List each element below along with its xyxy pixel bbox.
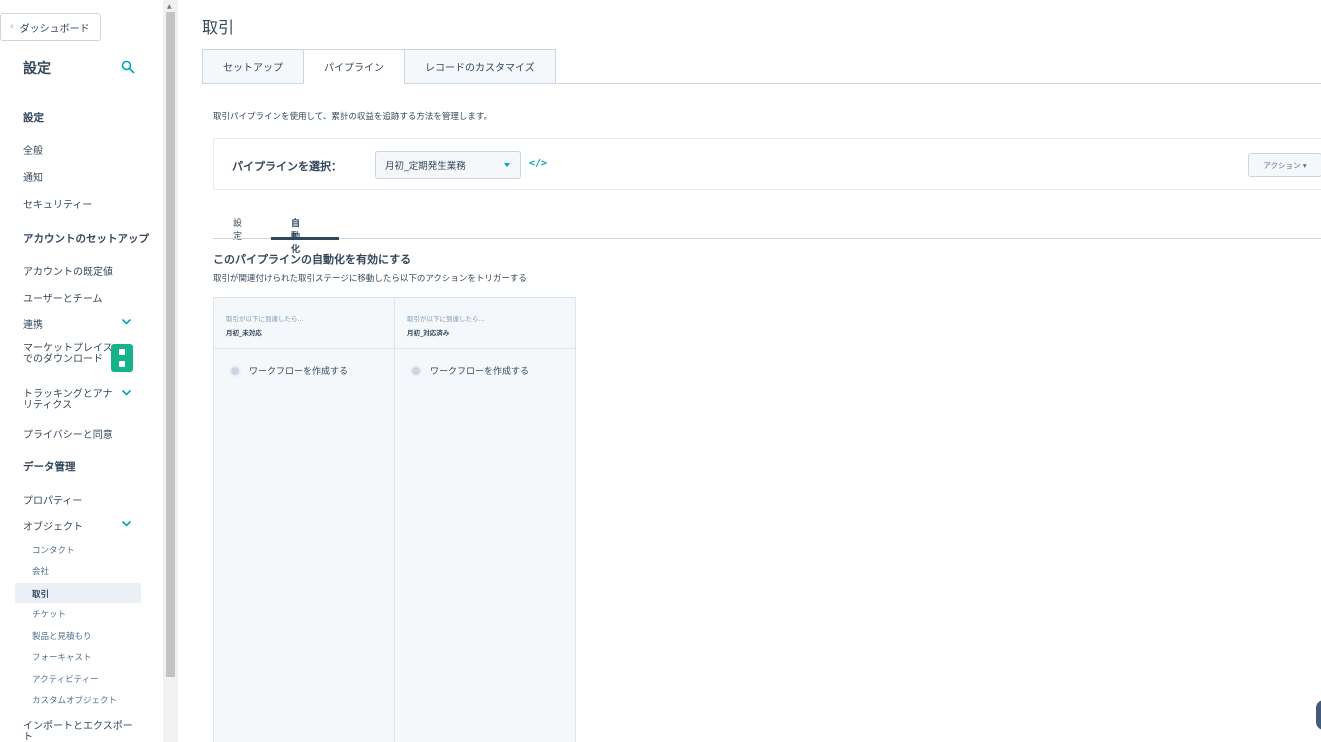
pipeline-select-label: パイプラインを選択： [232,160,342,173]
back-button-label: ダッシュボード [19,23,90,35]
sidebar-subitem-deals[interactable]: 取引 [32,588,49,600]
pipeline-selected-value: 月初_定期発生業務 [385,161,466,172]
create-workflow-label: ワークフローを作成する [249,367,349,377]
stage-column: 取引が以下に到達したら... 月初_対応済み ワークフローを作成する [395,298,576,742]
caret-down-icon [504,163,510,167]
sidebar-subitem-custom-objects[interactable]: カスタムオブジェクト [32,694,117,706]
chevron-left-icon: ‹ [10,22,14,32]
stage-column: 取引が以下に到達したら... 月初_未対応 ワークフローを作成する [214,298,395,742]
sidebar-subitem-contacts[interactable]: コンタクト [32,544,75,556]
page-title: 取引 [202,18,235,37]
chevron-down-icon[interactable] [121,389,132,397]
sidebar-subitem-tickets[interactable]: チケット [32,608,66,620]
stage-column-header: 取引が以下に到達したら... 月初_対応済み [395,298,576,349]
pipeline-dropdown[interactable]: 月初_定期発生業務 [375,151,521,179]
stage-trigger-prefix: 取引が以下に到達したら... [226,315,304,323]
chevron-down-icon[interactable] [121,318,132,326]
actions-button[interactable]: アクション ▾ [1248,153,1321,177]
tab-setup[interactable]: セットアップ [202,49,303,84]
stage-column-header: 取引が以下に到達したら... 月初_未対応 [214,298,394,349]
active-subtab-indicator [271,237,339,240]
sidebar-subitem-companies[interactable]: 会社 [32,565,49,577]
sidebar-section-settings: 設定 [23,112,44,124]
back-to-dashboard-button[interactable]: ‹ ダッシュボード [0,13,101,41]
create-workflow-button[interactable]: ワークフローを作成する [410,364,529,377]
sidebar-subitem-products-quotes[interactable]: 製品と見積もり [32,630,92,642]
pipeline-select-panel: パイプラインを選択： 月初_定期発生業務 </> アクション ▾ [213,138,1321,190]
subtabs-divider [213,238,1321,239]
sidebar-item-security[interactable]: セキュリティー [23,196,92,211]
subtab-automation[interactable]: 自動化 [291,216,300,255]
chevron-down-icon[interactable] [121,520,132,528]
sidebar-item-objects[interactable]: オブジェクト [23,518,83,533]
sidebar-item-properties[interactable]: プロパティー [23,492,82,507]
automation-board: 取引が以下に到達したら... 月初_未対応 ワークフローを作成する 取引が以下に… [213,297,576,742]
scroll-up-icon[interactable]: ▲ [167,3,172,10]
stage-name: 月初_未対応 [226,329,262,337]
embed-code-icon[interactable]: </> [529,158,547,169]
scrollbar-thumb[interactable] [166,12,175,677]
tab-pipeline[interactable]: パイプライン [303,49,404,84]
sidebar-item-account-defaults[interactable]: アカウントの既定値 [23,263,113,278]
sidebar-item-import-export[interactable]: インポートとエクスポー ト [23,721,133,742]
create-workflow-button[interactable]: ワークフローを作成する [229,364,348,377]
sidebar-item-users-teams[interactable]: ユーザーとチーム [23,290,103,305]
settings-sidebar: ‹ ダッシュボード 設定 設定 全般 通知 セキュリティー アカウントのセットア… [0,0,163,742]
tabs-divider [546,83,1321,84]
sidebar-item-notifications[interactable]: 通知 [23,169,43,184]
search-icon[interactable] [121,60,135,74]
automation-description: 取引が関連付けられた取引ステージに移動したら以下のアクションをトリガーする [213,274,527,284]
sidebar-subitem-activities[interactable]: アクティビティー [32,673,99,685]
add-workflow-icon [410,364,422,377]
sidebar-title: 設定 [23,61,51,77]
stage-trigger-prefix: 取引が以下に到達したら... [407,315,485,323]
add-workflow-icon [229,364,241,377]
sidebar-section-data-management: データ管理 [23,461,76,473]
sidebar-item-general[interactable]: 全般 [23,142,43,157]
stage-name: 月初_対応済み [407,329,450,337]
help-widget-button[interactable] [1316,700,1321,730]
sidebar-item-tracking-analytics[interactable]: トラッキングとアナ リティクス [23,389,113,411]
chat-widget-icon[interactable] [111,344,133,372]
sidebar-item-integrations[interactable]: 連携 [23,316,43,331]
sidebar-section-account-setup: アカウントのセットアップ [23,233,149,245]
sidebar-subitem-forecast[interactable]: フォーキャスト [32,651,92,663]
pipeline-description: 取引パイプラインを使用して、累計の収益を追跡する方法を管理します。 [213,112,492,122]
tab-record-customization[interactable]: レコードのカスタマイズ [404,49,556,84]
sidebar-item-privacy-consent[interactable]: プライバシーと同意 [23,426,113,441]
main-tabs: セットアップ パイプライン レコードのカスタマイズ [202,49,556,84]
automation-title: このパイプラインの自動化を有効にする [213,253,412,266]
sidebar-item-marketplace-downloads[interactable]: マーケットプレイス でのダウンロード [23,343,113,365]
create-workflow-label: ワークフローを作成する [430,367,530,377]
